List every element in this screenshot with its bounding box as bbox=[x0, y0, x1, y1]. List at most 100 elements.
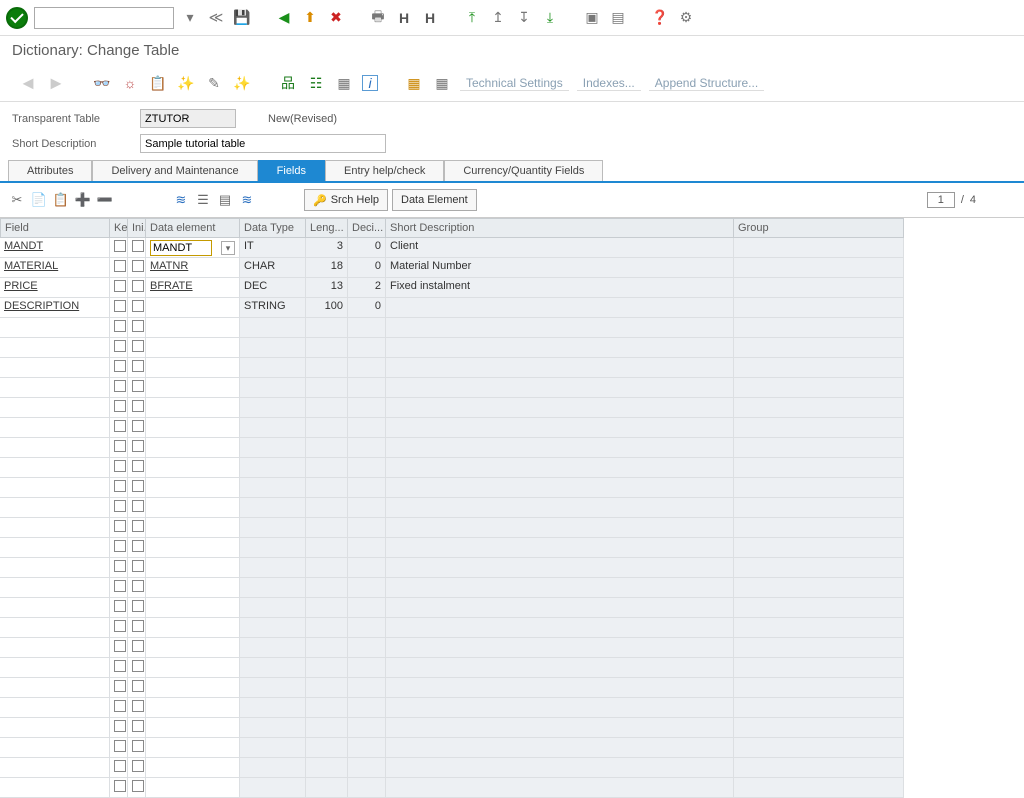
field-cell[interactable]: MATERIAL bbox=[0, 258, 110, 278]
expand-all-icon[interactable]: ≋ bbox=[172, 191, 190, 209]
hierarchy-icon[interactable]: 品 bbox=[278, 73, 298, 93]
init-checkbox[interactable] bbox=[128, 578, 146, 598]
field-cell[interactable] bbox=[0, 718, 110, 738]
column-header[interactable]: Ini... bbox=[128, 218, 146, 238]
init-checkbox[interactable] bbox=[128, 298, 146, 318]
key-checkbox[interactable] bbox=[110, 278, 128, 298]
activate-icon[interactable]: ✨ bbox=[176, 73, 196, 93]
data-element-cell[interactable] bbox=[146, 678, 240, 698]
key-checkbox[interactable] bbox=[110, 678, 128, 698]
field-cell[interactable] bbox=[0, 738, 110, 758]
data-element-cell[interactable] bbox=[146, 298, 240, 318]
init-checkbox[interactable] bbox=[128, 598, 146, 618]
prev-page-icon[interactable]: ↥ bbox=[488, 8, 508, 28]
field-cell[interactable] bbox=[0, 318, 110, 338]
data-element-cell[interactable] bbox=[146, 458, 240, 478]
append-structure-button[interactable]: Append Structure... bbox=[649, 76, 764, 91]
data-element-cell[interactable] bbox=[146, 398, 240, 418]
init-checkbox[interactable] bbox=[128, 358, 146, 378]
init-checkbox[interactable] bbox=[128, 778, 146, 798]
shortcut-icon[interactable]: ▤ bbox=[608, 8, 628, 28]
key-checkbox[interactable] bbox=[110, 558, 128, 578]
field-cell[interactable] bbox=[0, 758, 110, 778]
key-checkbox[interactable] bbox=[110, 358, 128, 378]
data-element-cell[interactable] bbox=[146, 518, 240, 538]
hierarchy2-icon[interactable]: ☷ bbox=[306, 73, 326, 93]
init-checkbox[interactable] bbox=[128, 238, 146, 258]
tab-entry-help[interactable]: Entry help/check bbox=[325, 160, 444, 181]
cancel-icon[interactable]: ✖ bbox=[326, 8, 346, 28]
init-checkbox[interactable] bbox=[128, 758, 146, 778]
key-checkbox[interactable] bbox=[110, 338, 128, 358]
find-next-icon[interactable]: H bbox=[420, 8, 440, 28]
command-field[interactable] bbox=[34, 7, 174, 29]
field-cell[interactable] bbox=[0, 338, 110, 358]
collapse-icon[interactable]: ☰ bbox=[194, 191, 212, 209]
display-toggle-icon[interactable]: 👓 bbox=[92, 73, 112, 93]
other-object-icon[interactable]: ☼ bbox=[120, 73, 140, 93]
column-header[interactable]: Group bbox=[734, 218, 904, 238]
insert-row-icon[interactable]: ➕ bbox=[74, 191, 92, 209]
data-element-cell[interactable] bbox=[146, 758, 240, 778]
init-checkbox[interactable] bbox=[128, 618, 146, 638]
field-cell[interactable] bbox=[0, 658, 110, 678]
where-used-icon[interactable]: ✎ bbox=[204, 73, 224, 93]
key-checkbox[interactable] bbox=[110, 758, 128, 778]
help-icon[interactable]: ❓ bbox=[650, 8, 670, 28]
wand-icon[interactable]: ✨ bbox=[232, 73, 252, 93]
data-element-cell[interactable] bbox=[146, 378, 240, 398]
init-checkbox[interactable] bbox=[128, 498, 146, 518]
init-checkbox[interactable] bbox=[128, 378, 146, 398]
data-element-cell[interactable] bbox=[146, 638, 240, 658]
field-cell[interactable] bbox=[0, 418, 110, 438]
data-element-button[interactable]: Data Element bbox=[392, 189, 477, 211]
data-element-cell[interactable] bbox=[146, 658, 240, 678]
init-checkbox[interactable] bbox=[128, 738, 146, 758]
init-checkbox[interactable] bbox=[128, 438, 146, 458]
data-element-cell[interactable] bbox=[146, 618, 240, 638]
init-checkbox[interactable] bbox=[128, 658, 146, 678]
srch-help-button[interactable]: 🔑 Srch Help bbox=[304, 189, 388, 211]
data-element-cell[interactable] bbox=[146, 738, 240, 758]
data-element-cell[interactable]: MATNR bbox=[146, 258, 240, 278]
key-checkbox[interactable] bbox=[110, 318, 128, 338]
key-checkbox[interactable] bbox=[110, 638, 128, 658]
tab-attributes[interactable]: Attributes bbox=[8, 160, 92, 181]
tab-delivery[interactable]: Delivery and Maintenance bbox=[92, 160, 257, 181]
key-checkbox[interactable] bbox=[110, 378, 128, 398]
field-cell[interactable] bbox=[0, 498, 110, 518]
field-cell[interactable]: DESCRIPTION bbox=[0, 298, 110, 318]
field-cell[interactable] bbox=[0, 598, 110, 618]
key-checkbox[interactable] bbox=[110, 698, 128, 718]
field-cell[interactable] bbox=[0, 538, 110, 558]
data-element-cell[interactable] bbox=[146, 318, 240, 338]
key-checkbox[interactable] bbox=[110, 438, 128, 458]
init-checkbox[interactable] bbox=[128, 338, 146, 358]
key-checkbox[interactable] bbox=[110, 658, 128, 678]
grid-icon[interactable]: ▦ bbox=[432, 73, 452, 93]
field-cell[interactable] bbox=[0, 478, 110, 498]
key-checkbox[interactable] bbox=[110, 418, 128, 438]
column-header[interactable]: Deci... bbox=[348, 218, 386, 238]
key-checkbox[interactable] bbox=[110, 718, 128, 738]
key-checkbox[interactable] bbox=[110, 578, 128, 598]
data-element-cell[interactable] bbox=[146, 778, 240, 798]
key-checkbox[interactable] bbox=[110, 778, 128, 798]
init-checkbox[interactable] bbox=[128, 518, 146, 538]
field-cell[interactable] bbox=[0, 518, 110, 538]
collapse-all-icon[interactable]: ≋ bbox=[238, 191, 256, 209]
data-element-cell[interactable] bbox=[146, 558, 240, 578]
key-checkbox[interactable] bbox=[110, 258, 128, 278]
key-checkbox[interactable] bbox=[110, 298, 128, 318]
field-cell[interactable] bbox=[0, 618, 110, 638]
back-icon[interactable]: ◀ bbox=[274, 8, 294, 28]
dropdown-icon[interactable]: ▾ bbox=[180, 8, 200, 28]
print-icon[interactable]: 🖶 bbox=[368, 8, 388, 28]
paste-icon[interactable]: 📋 bbox=[52, 191, 70, 209]
delete-row-icon[interactable]: ➖ bbox=[96, 191, 114, 209]
field-cell[interactable]: PRICE bbox=[0, 278, 110, 298]
data-element-cell[interactable] bbox=[146, 338, 240, 358]
data-element-cell[interactable] bbox=[146, 438, 240, 458]
init-checkbox[interactable] bbox=[128, 718, 146, 738]
first-page-icon[interactable]: ⤒ bbox=[462, 8, 482, 28]
